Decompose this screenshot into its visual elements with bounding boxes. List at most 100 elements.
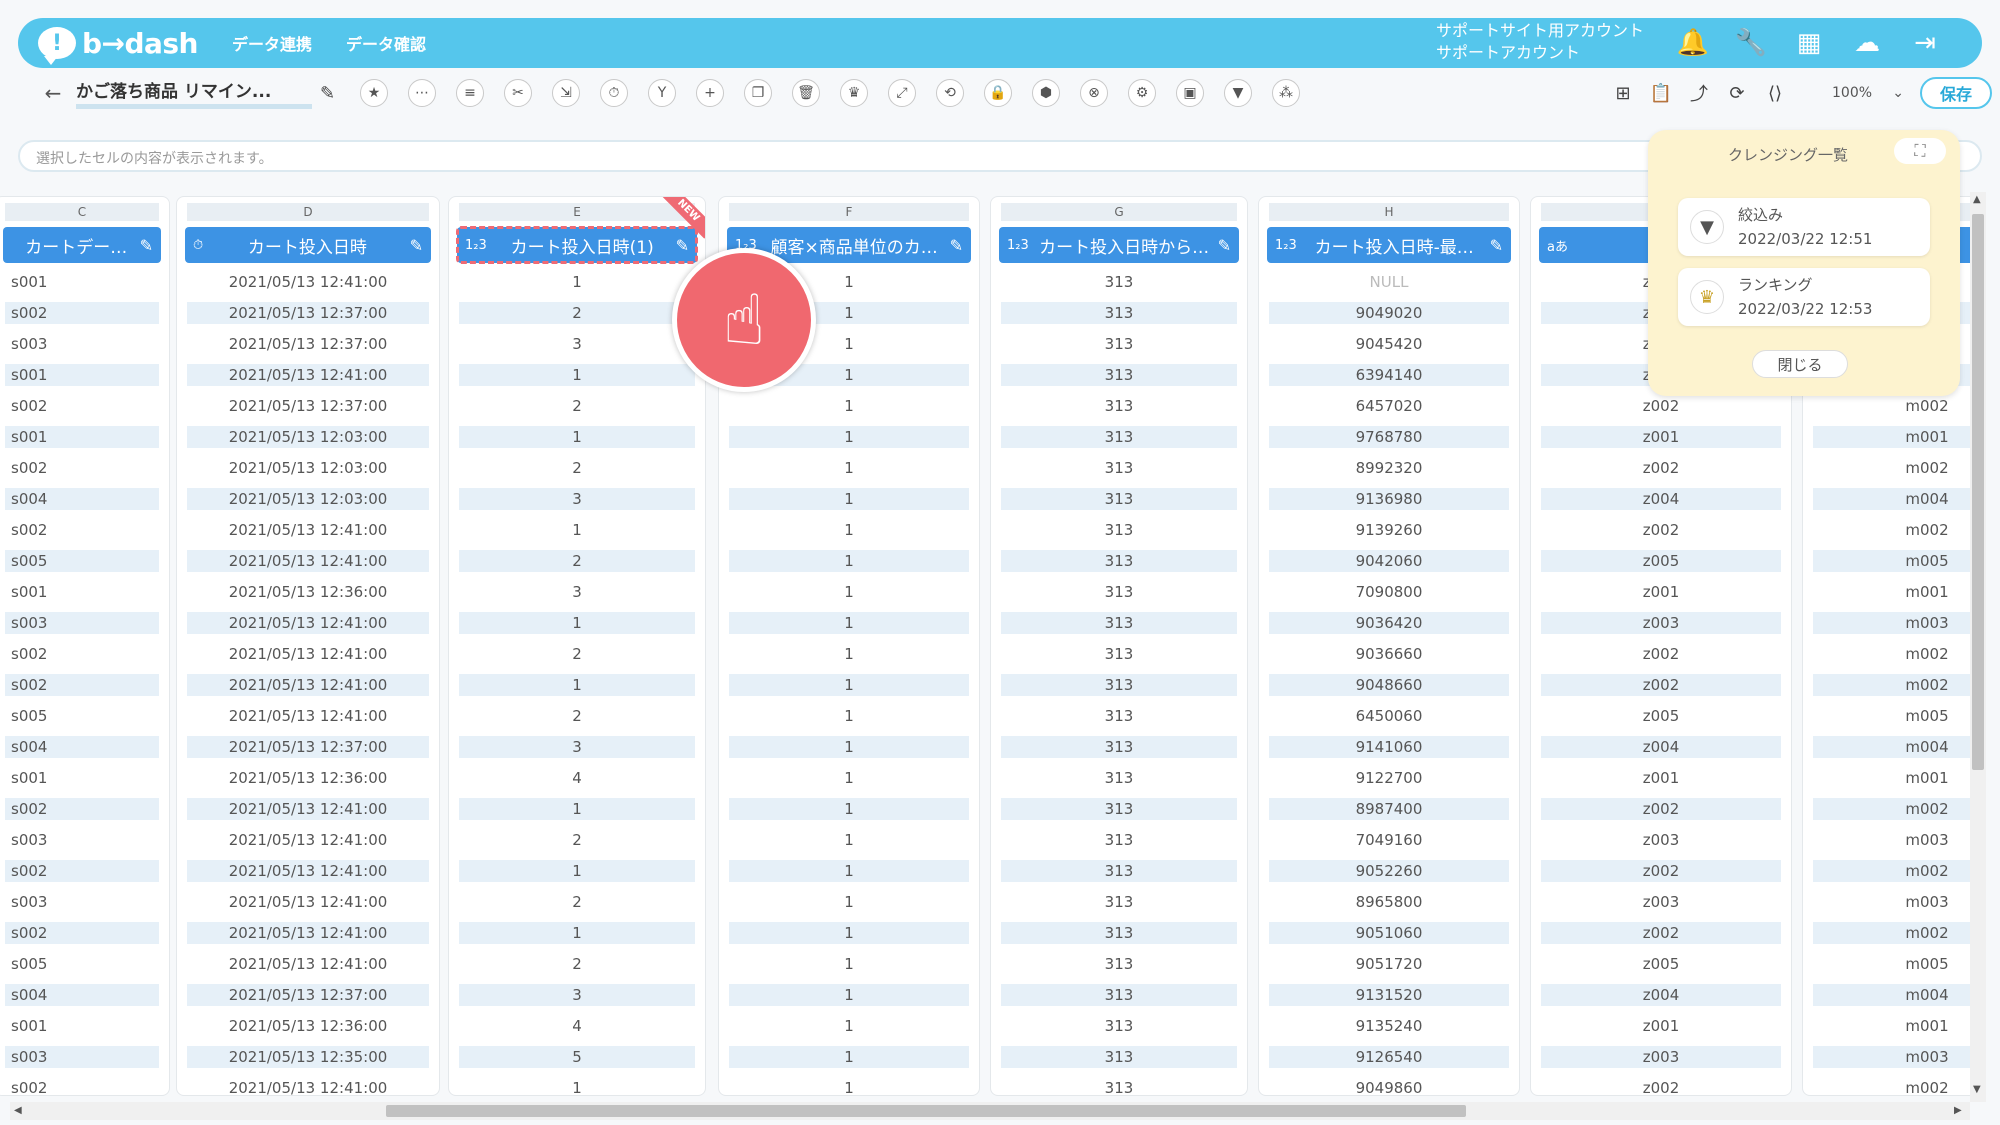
table-cell[interactable]: 3	[459, 581, 695, 603]
column-letter[interactable]: D	[187, 203, 429, 221]
table-cell[interactable]: 313	[1001, 271, 1237, 293]
table-cell[interactable]: m002	[1813, 922, 1970, 944]
table-cell[interactable]: 2021/05/13 12:37:00	[187, 984, 429, 1006]
vertical-scrollbar[interactable]: ▲ ▼	[1970, 192, 1986, 1102]
table-cell[interactable]: NULL	[1269, 271, 1509, 293]
fullscreen-icon[interactable]: ⛶	[1894, 138, 1946, 164]
table-cell[interactable]: s001	[5, 426, 159, 448]
table-cell[interactable]: z002	[1541, 1077, 1781, 1095]
table-cell[interactable]: s001	[5, 767, 159, 789]
scroll-up-arrow-icon[interactable]: ▲	[1973, 194, 1981, 205]
table-cell[interactable]: 1	[729, 457, 969, 479]
table-cell[interactable]: 1	[729, 705, 969, 727]
table-cell[interactable]: 1	[729, 612, 969, 634]
table-cell[interactable]: 313	[1001, 705, 1237, 727]
table-cell[interactable]: s002	[5, 798, 159, 820]
table-cell[interactable]: m001	[1813, 1015, 1970, 1037]
table-cell[interactable]: 1	[729, 674, 969, 696]
table-cell[interactable]: 1	[459, 674, 695, 696]
table-cell[interactable]: 1	[459, 426, 695, 448]
table-cell[interactable]: 313	[1001, 1046, 1237, 1068]
table-cell[interactable]: 313	[1001, 581, 1237, 603]
table-cell[interactable]: 1	[729, 891, 969, 913]
table-cell[interactable]: s005	[5, 550, 159, 572]
table-cell[interactable]: m002	[1813, 1077, 1970, 1095]
table-cell[interactable]: s003	[5, 333, 159, 355]
table-cell[interactable]: s002	[5, 457, 159, 479]
table-cell[interactable]: 9042060	[1269, 550, 1509, 572]
table-cell[interactable]: 1	[729, 922, 969, 944]
table-cell[interactable]: 313	[1001, 736, 1237, 758]
table-cell[interactable]: z005	[1541, 953, 1781, 975]
table-cell[interactable]: 9049020	[1269, 302, 1509, 324]
table-cell[interactable]: 313	[1001, 550, 1237, 572]
table-cell[interactable]: s005	[5, 953, 159, 975]
table-cell[interactable]: 9131520	[1269, 984, 1509, 1006]
table-cell[interactable]: 1	[729, 488, 969, 510]
table-cell[interactable]: 1	[729, 519, 969, 541]
table-cell[interactable]: 1	[729, 860, 969, 882]
table-cell[interactable]: m004	[1813, 984, 1970, 1006]
table-cell[interactable]: 4	[459, 1015, 695, 1037]
table-cell[interactable]: m003	[1813, 1046, 1970, 1068]
table-cell[interactable]: 3	[459, 984, 695, 1006]
table-cell[interactable]: 2021/05/13 12:41:00	[187, 705, 429, 727]
add-icon[interactable]: +	[696, 79, 724, 107]
chat-bot-icon[interactable]: ☁	[1850, 26, 1884, 60]
cleanse-icon[interactable]: ⁂	[1272, 79, 1300, 107]
table-cell[interactable]: 1	[459, 860, 695, 882]
table-cell[interactable]: 2021/05/13 12:36:00	[187, 767, 429, 789]
table-cell[interactable]: 2021/05/13 12:41:00	[187, 674, 429, 696]
table-cell[interactable]: 6394140	[1269, 364, 1509, 386]
account-info[interactable]: サポートサイト用アカウント サポートアカウント	[1436, 20, 1644, 64]
table-cell[interactable]: z003	[1541, 829, 1781, 851]
table-cell[interactable]: z005	[1541, 550, 1781, 572]
table-cell[interactable]: z002	[1541, 457, 1781, 479]
table-cell[interactable]: 9036660	[1269, 643, 1509, 665]
table-cell[interactable]: 1	[729, 1077, 969, 1095]
table-cell[interactable]: 2021/05/13 12:37:00	[187, 395, 429, 417]
wrench-icon[interactable]: 🔧	[1734, 26, 1768, 60]
table-cell[interactable]: z002	[1541, 674, 1781, 696]
table-cell[interactable]: 1	[729, 1046, 969, 1068]
table-cell[interactable]: 2021/05/13 12:41:00	[187, 364, 429, 386]
table-cell[interactable]: 313	[1001, 612, 1237, 634]
table-cell[interactable]: s003	[5, 829, 159, 851]
table-cell[interactable]: 313	[1001, 488, 1237, 510]
column-header[interactable]: カートデー… ✎	[3, 227, 161, 263]
table-cell[interactable]: 2	[459, 302, 695, 324]
table-cell[interactable]: 313	[1001, 395, 1237, 417]
lock-icon[interactable]: 🔒	[984, 79, 1012, 107]
table-cell[interactable]: 9052260	[1269, 860, 1509, 882]
copy-icon[interactable]: ❐	[744, 79, 772, 107]
workflow-title[interactable]: かご落ち商品 リマイン...	[76, 77, 312, 109]
table-cell[interactable]: 2021/05/13 12:03:00	[187, 488, 429, 510]
table-cell[interactable]: s002	[5, 922, 159, 944]
table-cell[interactable]: 2021/05/13 12:35:00	[187, 1046, 429, 1068]
scroll-down-arrow-icon[interactable]: ▼	[1973, 1084, 1981, 1095]
edit-column-icon[interactable]: ✎	[140, 236, 153, 255]
table-cell[interactable]: s001	[5, 271, 159, 293]
table-cell[interactable]: 1	[459, 1077, 695, 1095]
table-cell[interactable]: z005	[1541, 705, 1781, 727]
table-cell[interactable]: 313	[1001, 984, 1237, 1006]
table-cell[interactable]: 1	[459, 519, 695, 541]
table-cell[interactable]: 9045420	[1269, 333, 1509, 355]
table-cell[interactable]: z002	[1541, 395, 1781, 417]
table-cell[interactable]: 2021/05/13 12:41:00	[187, 271, 429, 293]
table-cell[interactable]: 9051720	[1269, 953, 1509, 975]
horizontal-scroll-thumb[interactable]	[386, 1105, 1466, 1117]
table-cell[interactable]: z003	[1541, 1046, 1781, 1068]
table-cell[interactable]: 2	[459, 643, 695, 665]
table-cell[interactable]: z002	[1541, 798, 1781, 820]
nav-data-check[interactable]: データ確認	[346, 31, 426, 55]
table-cell[interactable]: 2021/05/13 12:03:00	[187, 426, 429, 448]
scroll-right-arrow-icon[interactable]: ▶	[1954, 1105, 1962, 1116]
table-cell[interactable]: s004	[5, 984, 159, 1006]
repeat-icon[interactable]: ⟲	[936, 79, 964, 107]
table-cell[interactable]: 313	[1001, 798, 1237, 820]
table-cell[interactable]: 313	[1001, 364, 1237, 386]
cleansing-item-filter[interactable]: ▼ 絞込み 2022/03/22 12:51	[1678, 198, 1930, 256]
table-cell[interactable]: z004	[1541, 488, 1781, 510]
table-cell[interactable]: s002	[5, 674, 159, 696]
